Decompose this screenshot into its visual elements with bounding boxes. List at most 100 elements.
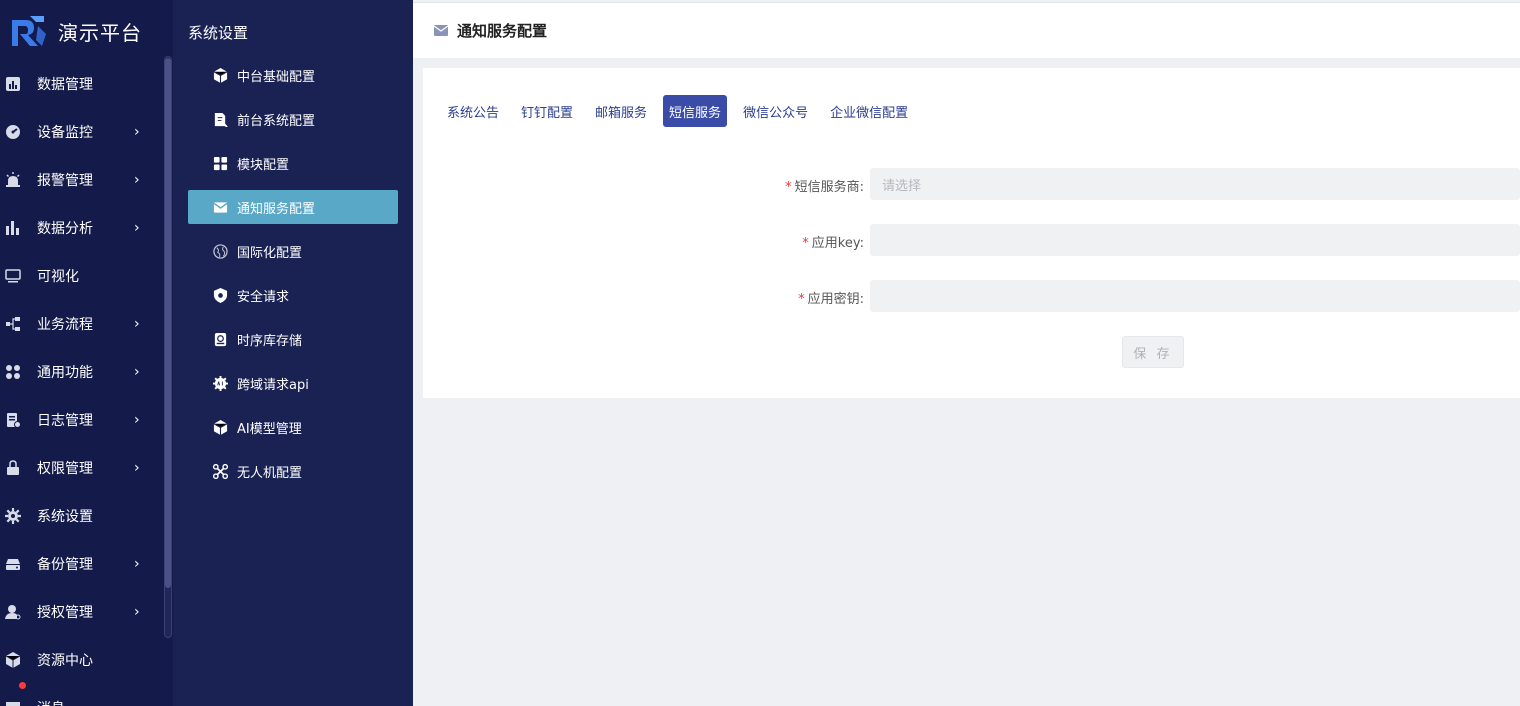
tab-wecom-config[interactable]: 企业微信配置 xyxy=(824,95,914,127)
app-key-label-text: 应用key xyxy=(811,236,860,251)
submenu-item-label: 通知服务配置 xyxy=(237,201,316,217)
cube-icon xyxy=(212,67,228,83)
submenu-item-label: AI模型管理 xyxy=(237,421,302,437)
notification-dot xyxy=(19,682,26,689)
page-title: 通知服务配置 xyxy=(457,22,548,40)
app-secret-label: * 应用密钥: xyxy=(798,292,864,307)
menu-item-messages[interactable]: 消息 xyxy=(0,682,160,706)
submenu-item-label: 跨域请求api xyxy=(237,377,309,393)
drone-icon xyxy=(212,463,228,479)
menu-item-label: 权限管理 xyxy=(37,461,93,477)
provider-label-text: 短信服务商 xyxy=(794,180,860,195)
menu-item-authorization-management[interactable]: 授权管理 › xyxy=(0,588,160,636)
gauge-icon xyxy=(4,123,22,141)
required-mark: * xyxy=(785,180,792,195)
chevron-right-icon: › xyxy=(134,316,140,332)
log-icon xyxy=(4,411,22,429)
page-header: 通知服务配置 xyxy=(413,2,1520,58)
chevron-right-icon: › xyxy=(134,604,140,620)
form-row-provider: * 短信服务商: 请选择 xyxy=(423,168,1520,200)
provider-select[interactable]: 请选择 xyxy=(870,168,1520,200)
alarm-icon xyxy=(4,171,22,189)
submenu-item-label: 前台系统配置 xyxy=(237,113,316,129)
form-row-app-key: * 应用key: xyxy=(423,224,1520,256)
menu-item-permission-management[interactable]: 权限管理 › xyxy=(0,444,160,492)
database-icon xyxy=(212,331,228,347)
menu-item-label: 消息 xyxy=(37,698,65,706)
menu-item-business-flow[interactable]: 业务流程 › xyxy=(0,300,160,348)
analytics-icon xyxy=(4,219,22,237)
primary-menu: 数据管理 设备监控 › 报警管理 › 数据分析 › 可视化 业务流程 › 通用功… xyxy=(0,60,160,706)
submenu-item-i18n-config[interactable]: 国际化配置 xyxy=(188,234,398,268)
tab-dingtalk-config[interactable]: 钉钉配置 xyxy=(515,95,579,127)
submenu-item-security-request[interactable]: 安全请求 xyxy=(188,278,398,312)
required-mark: * xyxy=(798,292,805,307)
app-secret-label-text: 应用密钥 xyxy=(807,292,860,307)
app-key-input[interactable] xyxy=(870,224,1520,256)
submenu-item-ai-model[interactable]: AI模型管理 xyxy=(188,410,398,444)
submenu-item-cors-api[interactable]: 跨域请求api xyxy=(188,366,398,400)
menu-item-backup-management[interactable]: 备份管理 › xyxy=(0,540,160,588)
menu-item-label: 报警管理 xyxy=(37,173,93,189)
tab-email-service[interactable]: 邮箱服务 xyxy=(589,95,653,127)
document-icon xyxy=(212,111,228,127)
submenu-item-label: 中台基础配置 xyxy=(237,69,316,85)
submenu-item-label: 安全请求 xyxy=(237,289,290,305)
secondary-sidebar: 系统设置 中台基础配置 前台系统配置 模块配置 通知服务配置 国际化配置 安全请… xyxy=(173,0,413,706)
menu-item-visualization[interactable]: 可视化 xyxy=(0,252,160,300)
message-icon xyxy=(4,699,22,706)
sidebar-scrollbar-thumb[interactable] xyxy=(165,58,171,588)
tab-wechat-official[interactable]: 微信公众号 xyxy=(737,95,814,127)
menu-item-common-functions[interactable]: 通用功能 › xyxy=(0,348,160,396)
logo-icon xyxy=(12,16,46,46)
submenu-item-platform-basic-config[interactable]: 中台基础配置 xyxy=(188,58,398,92)
menu-item-log-management[interactable]: 日志管理 › xyxy=(0,396,160,444)
api-icon xyxy=(212,375,228,391)
chevron-right-icon: › xyxy=(134,172,140,188)
globe-icon xyxy=(212,243,228,259)
menu-item-data-management[interactable]: 数据管理 xyxy=(0,60,160,108)
submenu-item-drone-config[interactable]: 无人机配置 xyxy=(188,454,398,488)
form-row-app-secret: * 应用密钥: xyxy=(423,280,1520,312)
menu-item-resource-center[interactable]: 资源中心 xyxy=(0,636,160,684)
app-secret-input[interactable] xyxy=(870,280,1520,312)
chevron-right-icon: › xyxy=(134,364,140,380)
chevron-right-icon: › xyxy=(134,460,140,476)
user-key-icon xyxy=(4,603,22,621)
menu-item-device-monitoring[interactable]: 设备监控 › xyxy=(0,108,160,156)
grid-icon xyxy=(212,155,228,171)
menu-item-label: 设备监控 xyxy=(37,125,93,141)
submenu-item-timeseries-storage[interactable]: 时序库存储 xyxy=(188,322,398,356)
primary-sidebar: 演示平台 数据管理 设备监控 › 报警管理 › 数据分析 › 可视化 业务流程 xyxy=(0,0,173,706)
gear-icon xyxy=(4,507,22,525)
tab-system-announcement[interactable]: 系统公告 xyxy=(441,95,505,127)
submenu-item-notification-config[interactable]: 通知服务配置 xyxy=(188,190,398,224)
submenu-item-module-config[interactable]: 模块配置 xyxy=(188,146,398,180)
secondary-menu: 中台基础配置 前台系统配置 模块配置 通知服务配置 国际化配置 安全请求 时序库… xyxy=(188,58,398,498)
provider-label: * 短信服务商: xyxy=(785,180,864,195)
mail-icon xyxy=(433,24,449,38)
submenu-item-label: 国际化配置 xyxy=(237,245,303,261)
tab-sms-service[interactable]: 短信服务 xyxy=(663,95,728,127)
cube-icon xyxy=(212,419,228,435)
menu-item-data-analysis[interactable]: 数据分析 › xyxy=(0,204,160,252)
logo[interactable]: 演示平台 xyxy=(8,10,142,52)
app-title: 演示平台 xyxy=(58,20,142,45)
secondary-sidebar-title: 系统设置 xyxy=(188,24,249,42)
menu-item-label: 系统设置 xyxy=(37,509,93,525)
submenu-item-label: 时序库存储 xyxy=(237,333,303,349)
app-key-label: * 应用key: xyxy=(802,236,864,251)
submenu-item-frontend-config[interactable]: 前台系统配置 xyxy=(188,102,398,136)
menu-item-label: 数据分析 xyxy=(37,221,93,237)
menu-item-label: 业务流程 xyxy=(37,317,93,333)
menu-item-system-settings[interactable]: 系统设置 xyxy=(0,492,160,540)
mail-icon xyxy=(212,199,228,215)
chevron-right-icon: › xyxy=(134,124,140,140)
menu-item-alarm-management[interactable]: 报警管理 › xyxy=(0,156,160,204)
menu-item-label: 可视化 xyxy=(37,269,79,285)
menu-item-label: 备份管理 xyxy=(37,557,93,573)
server-icon xyxy=(4,555,22,573)
menu-item-label: 通用功能 xyxy=(37,365,93,381)
save-button[interactable]: 保 存 xyxy=(1122,336,1184,368)
shield-icon xyxy=(212,287,228,303)
